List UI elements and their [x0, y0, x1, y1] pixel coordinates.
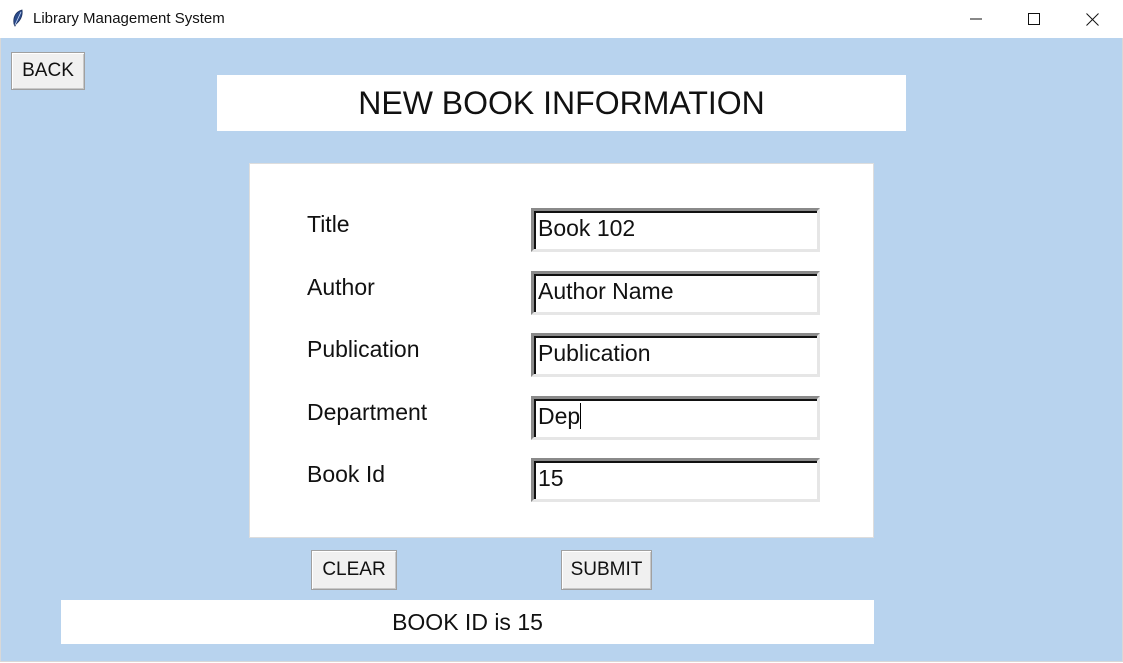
window-title: Library Management System	[33, 10, 225, 27]
minimize-icon	[970, 18, 982, 20]
title-field[interactable]: Book 102	[531, 208, 820, 252]
author-field-value: Author Name	[538, 278, 674, 304]
text-caret	[580, 403, 582, 429]
title-label: Title	[307, 211, 350, 237]
clear-button[interactable]: CLEAR	[311, 550, 397, 590]
title-field-value: Book 102	[538, 215, 636, 241]
author-label: Author	[307, 274, 375, 300]
author-field[interactable]: Author Name	[531, 271, 820, 315]
maximize-button[interactable]	[1011, 0, 1057, 38]
page-title-box: NEW BOOK INFORMATION	[217, 75, 906, 131]
submit-button[interactable]: SUBMIT	[561, 550, 652, 590]
department-field[interactable]: Dep	[531, 396, 820, 440]
page-title: NEW BOOK INFORMATION	[358, 84, 765, 121]
feather-icon	[13, 9, 23, 27]
publication-field-value: Publication	[538, 340, 651, 366]
department-field-value: Dep	[538, 403, 582, 430]
book-id-label: Book Id	[307, 461, 385, 487]
maximize-icon	[1028, 13, 1040, 25]
status-box: BOOK ID is 15	[61, 600, 874, 644]
publication-label: Publication	[307, 336, 420, 362]
close-button[interactable]	[1069, 0, 1115, 38]
app-window: BACK NEW BOOK INFORMATION Title Book 102…	[0, 38, 1123, 662]
close-icon	[1085, 12, 1099, 26]
department-value-text: Dep	[538, 403, 581, 429]
title-bar: Library Management System	[0, 0, 1123, 38]
book-form: Title Book 102 Author Author Name Public…	[249, 163, 874, 538]
book-id-field[interactable]: 15	[531, 458, 820, 502]
book-id-field-value: 15	[538, 465, 564, 491]
minimize-button[interactable]	[953, 0, 999, 38]
back-button[interactable]: BACK	[11, 52, 85, 90]
status-message: BOOK ID is 15	[392, 608, 543, 635]
department-label: Department	[307, 399, 428, 425]
publication-field[interactable]: Publication	[531, 333, 820, 377]
